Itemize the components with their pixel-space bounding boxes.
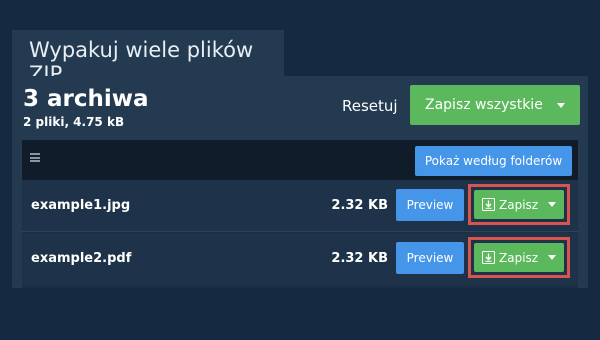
file-name: example2.pdf [31, 251, 132, 266]
main-panel: 3 archiwa 2 pliki, 4.75 kB Resetuj Zapis… [12, 76, 588, 288]
download-icon [482, 251, 495, 264]
hamburger-icon[interactable] [30, 153, 40, 162]
file-name: example1.jpg [31, 198, 131, 213]
file-list: Pokaż według folderów example1.jpg 2.32 … [22, 140, 578, 288]
save-button-highlight: Zapisz [468, 237, 570, 278]
save-label: Zapisz [499, 250, 539, 265]
save-button[interactable]: Zapisz [474, 190, 564, 219]
caret-down-icon[interactable] [548, 255, 556, 260]
file-row: example2.pdf 2.32 KB Preview Zapisz [22, 233, 578, 285]
save-button[interactable]: Zapisz [474, 243, 564, 272]
file-list-header: Pokaż według folderów [22, 140, 578, 180]
file-row: example1.jpg 2.32 KB Preview Zapisz [22, 180, 578, 232]
file-size: 2.32 KB [331, 251, 388, 266]
archive-details: 2 pliki, 4.75 kB [23, 115, 125, 129]
caret-down-icon[interactable] [557, 103, 565, 108]
preview-button[interactable]: Preview [396, 242, 464, 274]
file-size: 2.32 KB [331, 198, 388, 213]
save-all-label: Zapisz wszystkie [425, 97, 543, 113]
archive-count: 3 archiwa [23, 86, 149, 112]
page-title-tab: Wypakuj wiele plików ZIP [12, 30, 284, 86]
save-all-button[interactable]: Zapisz wszystkie [410, 85, 580, 125]
show-by-folders-button[interactable]: Pokaż według folderów [415, 146, 572, 176]
reset-button[interactable]: Resetuj [342, 97, 398, 115]
download-icon [482, 198, 495, 211]
save-label: Zapisz [499, 197, 539, 212]
save-button-highlight: Zapisz [468, 184, 570, 225]
preview-button[interactable]: Preview [396, 189, 464, 221]
caret-down-icon[interactable] [548, 202, 556, 207]
